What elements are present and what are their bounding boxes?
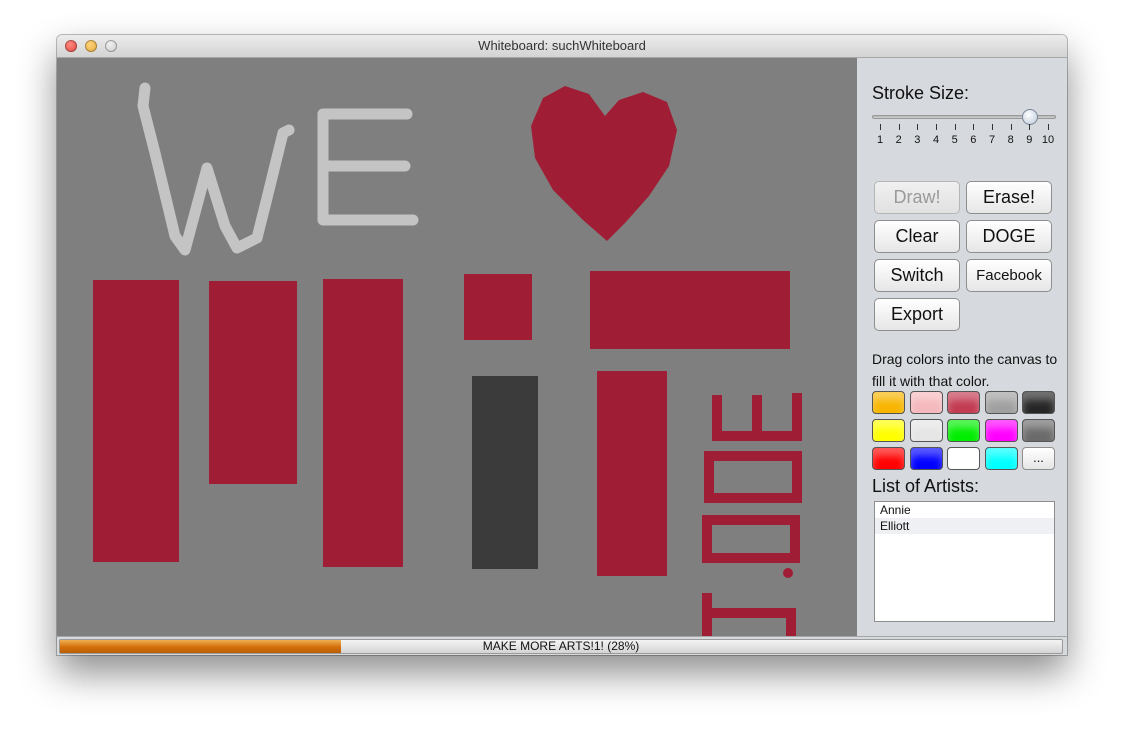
drawing-letter-w xyxy=(137,82,295,256)
status-bar: MAKE MORE ARTS!1! (28%) xyxy=(57,636,1067,655)
slider-tick-label: 5 xyxy=(951,134,958,146)
drawing-m-middle xyxy=(209,281,297,484)
drawing-heart xyxy=(531,86,677,241)
slider-tick xyxy=(880,124,881,130)
color-swatch[interactable] xyxy=(947,419,980,442)
canvas-artwork[interactable] xyxy=(57,58,857,636)
slider-tick-label: 3 xyxy=(914,134,921,146)
slider-tick-label: 7 xyxy=(988,134,996,146)
window-title: Whiteboard: suchWhiteboard xyxy=(478,38,646,53)
slider-tick-label: 6 xyxy=(970,134,977,146)
slider-tick xyxy=(1048,124,1049,130)
color-swatch[interactable] xyxy=(872,419,905,442)
color-swatch[interactable] xyxy=(1022,419,1055,442)
artist-list-item[interactable]: Elliott xyxy=(875,518,1054,534)
color-swatch[interactable] xyxy=(947,391,980,414)
doge-button[interactable]: DOGE xyxy=(966,220,1052,253)
drawing-t-bar xyxy=(590,271,790,349)
drawing-i-stem xyxy=(472,376,538,569)
color-swatch[interactable] xyxy=(947,447,980,470)
slider-tick-label: 8 xyxy=(1007,134,1014,146)
drawing-i-dot xyxy=(464,274,532,340)
drawing-letter-e xyxy=(317,108,419,226)
artists-list[interactable]: Annie Elliott xyxy=(874,501,1055,622)
drawing-t-stem xyxy=(597,371,667,576)
color-swatch[interactable] xyxy=(909,447,943,470)
drawing-m-right xyxy=(323,279,403,567)
progress-bar: MAKE MORE ARTS!1! (28%) xyxy=(59,639,1063,654)
progress-text: MAKE MORE ARTS!1! (28%) xyxy=(482,639,640,653)
slider-thumb[interactable] xyxy=(1022,109,1039,125)
artists-list-label: List of Artists: xyxy=(872,476,980,496)
drawing-6005-digit-6 xyxy=(702,593,796,636)
drawing-6005-dot xyxy=(783,568,793,578)
drawing-6005-digit-0a xyxy=(704,451,802,503)
tool-panel: Stroke Size: 1 2 3 4 5 6 7 8 9 10 Draw! Erase! Cl… xyxy=(857,58,1067,636)
whiteboard-window: Whiteboard: suchWhiteboard Stroke Size: … xyxy=(57,35,1067,655)
slider-tick xyxy=(898,124,900,130)
slider-tick xyxy=(1010,124,1012,130)
drawing-6005-digit-5 xyxy=(712,393,802,441)
color-swatch[interactable] xyxy=(1022,391,1055,414)
slider-tick xyxy=(954,124,956,130)
draw-button[interactable]: Draw! xyxy=(874,181,960,214)
drawing-m-left xyxy=(93,280,179,562)
artist-list-item[interactable]: Annie xyxy=(875,502,1054,518)
clear-button[interactable]: Clear xyxy=(874,220,960,253)
slider-tick-label: 2 xyxy=(895,134,902,146)
color-swatch[interactable] xyxy=(909,419,943,442)
erase-button[interactable]: Erase! xyxy=(966,181,1052,214)
slider-tick xyxy=(917,124,919,130)
color-swatch[interactable] xyxy=(984,447,1018,470)
slider-tick-label: 1 xyxy=(876,134,884,146)
slider-tick xyxy=(992,124,993,130)
switch-button[interactable]: Switch xyxy=(874,259,960,292)
slider-tick xyxy=(1029,124,1031,130)
color-swatch[interactable] xyxy=(984,391,1018,414)
stroke-size-label: Stroke Size: xyxy=(872,83,970,103)
more-colors-button[interactable]: ... xyxy=(1022,447,1055,470)
color-swatch[interactable] xyxy=(872,391,905,414)
export-button[interactable]: Export xyxy=(874,298,960,331)
slider-tick xyxy=(973,124,975,130)
slider-tick-label: 10 xyxy=(1041,134,1055,146)
facebook-button[interactable]: Facebook xyxy=(966,259,1052,292)
drawing-canvas[interactable] xyxy=(57,58,857,636)
slider-tick xyxy=(936,124,937,130)
slider-tick-label: 4 xyxy=(932,134,940,146)
color-swatch[interactable] xyxy=(984,419,1018,442)
color-swatch[interactable] xyxy=(872,447,905,470)
slider-tick-label: 9 xyxy=(1026,134,1033,146)
drawing-6005-digit-0b xyxy=(702,515,800,563)
color-drag-hint: Drag colors into the canvas to fill it w… xyxy=(872,351,1058,389)
stroke-size-slider[interactable]: 1 2 3 4 5 6 7 8 9 10 xyxy=(872,109,1058,153)
title-bar: Whiteboard: suchWhiteboard xyxy=(57,35,1067,58)
color-swatch[interactable] xyxy=(909,391,943,414)
